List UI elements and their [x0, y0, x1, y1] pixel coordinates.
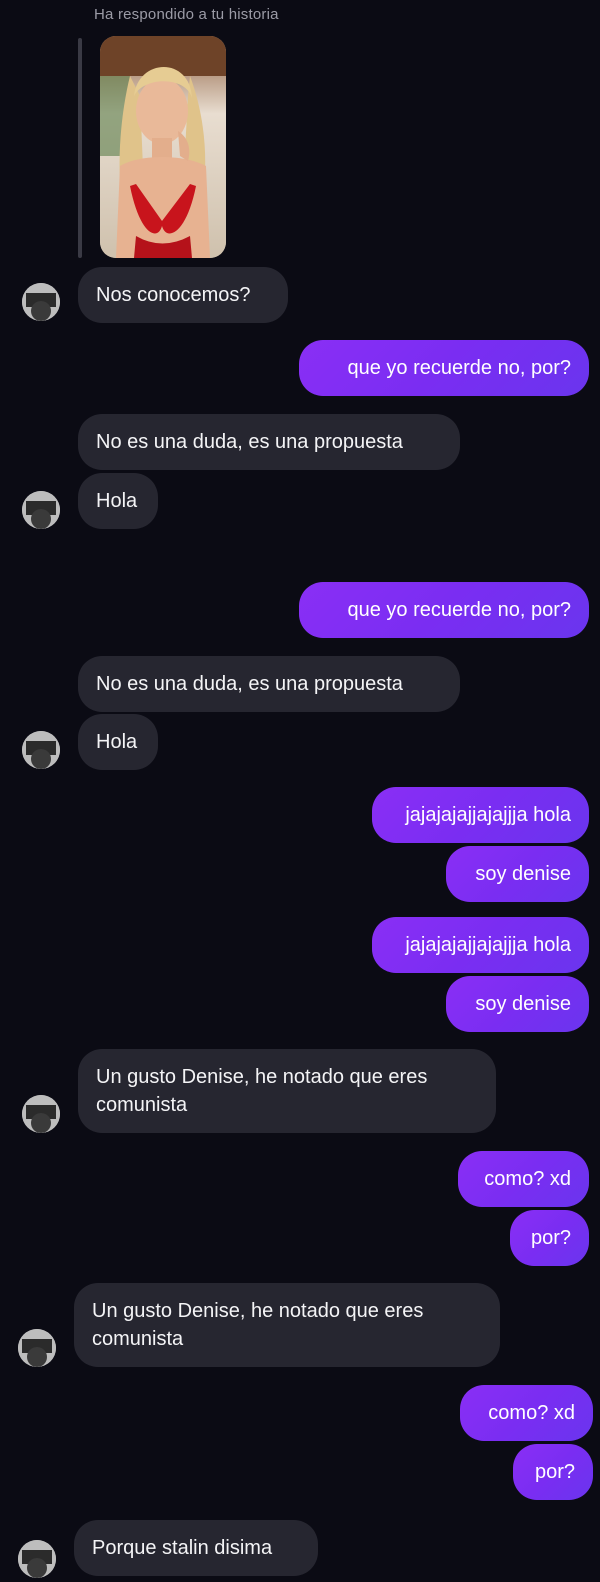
avatar[interactable]	[18, 1329, 56, 1367]
message-incoming: Un gusto Denise, he notado que eres comu…	[78, 1049, 496, 1133]
message-outgoing: por?	[510, 1210, 589, 1266]
avatar-icon	[22, 491, 60, 529]
message-outgoing: por?	[513, 1444, 593, 1500]
message-incoming: Porque stalin disima	[74, 1520, 318, 1576]
avatar-icon	[22, 283, 60, 321]
avatar[interactable]	[22, 283, 60, 321]
message-outgoing: como? xd	[458, 1151, 589, 1207]
avatar-icon	[18, 1329, 56, 1367]
avatar-icon	[22, 731, 60, 769]
message-outgoing: que yo recuerde no, por?	[299, 340, 589, 396]
message-outgoing: soy denise	[446, 846, 589, 902]
avatar[interactable]	[18, 1540, 56, 1578]
story-reply-bar	[78, 38, 82, 258]
message-outgoing: soy denise	[446, 976, 589, 1032]
message-incoming: No es una duda, es una propuesta	[78, 656, 460, 712]
avatar[interactable]	[22, 491, 60, 529]
message-incoming: No es una duda, es una propuesta	[78, 414, 460, 470]
avatar[interactable]	[22, 731, 60, 769]
story-thumbnail[interactable]	[100, 36, 226, 258]
message-incoming: Hola	[78, 714, 158, 770]
avatar[interactable]	[22, 1095, 60, 1133]
message-outgoing: jajajajajjajajjja hola	[372, 787, 589, 843]
message-outgoing: que yo recuerde no, por?	[299, 582, 589, 638]
message-incoming: Hola	[78, 473, 158, 529]
story-image-icon	[100, 36, 226, 258]
avatar-icon	[22, 1095, 60, 1133]
message-incoming: Un gusto Denise, he notado que eres comu…	[74, 1283, 500, 1367]
message-outgoing: como? xd	[460, 1385, 593, 1441]
message-incoming: Nos conocemos?	[78, 267, 288, 323]
message-outgoing: jajajajajjajajjja hola	[372, 917, 589, 973]
story-reply-label: Ha respondido a tu historia	[94, 6, 279, 23]
avatar-icon	[18, 1540, 56, 1578]
